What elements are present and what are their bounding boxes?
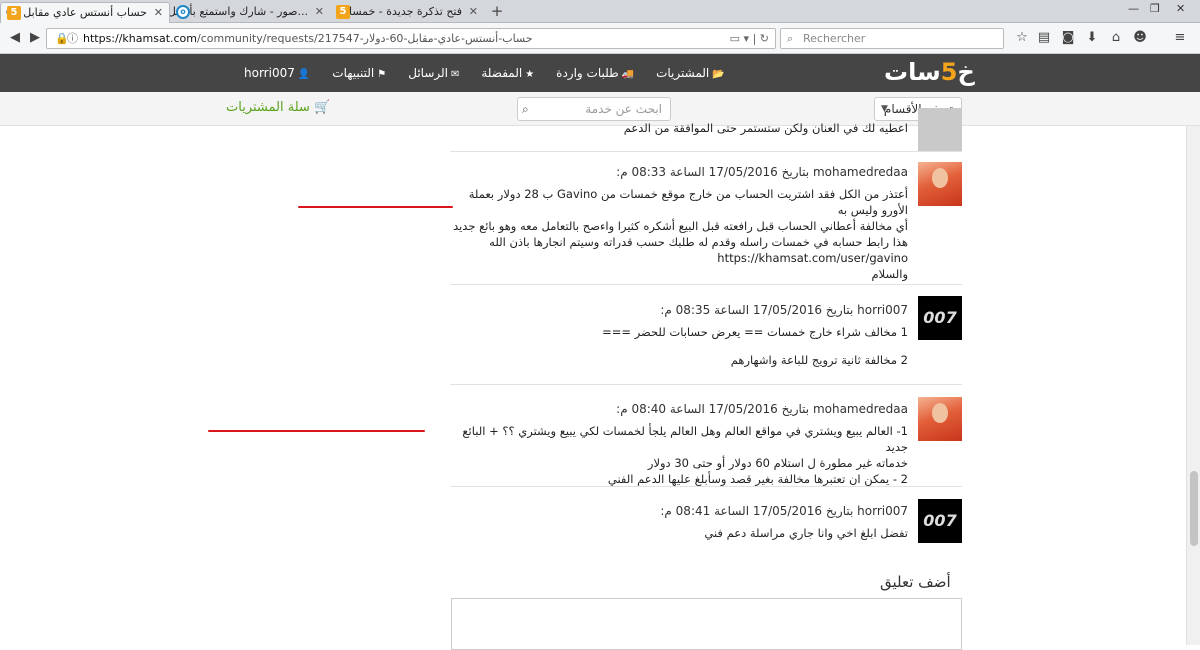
maximize-icon[interactable]: ❐ [1150,2,1160,15]
envelope-icon: ✉ [450,69,460,80]
nav-truck[interactable]: 🚚طلبات واردة [556,54,634,92]
cart-link[interactable]: 🛒 سلة المشتريات [226,100,330,115]
browser-tab-bar: 5 حساب أنستس عادي مقابل 60 ... ✕ o ...صو… [0,0,1200,23]
close-window-icon[interactable]: ✕ [1176,2,1185,15]
url-host: https://khamsat.com [83,32,198,45]
bookmark-star-icon[interactable]: ☆ [1014,30,1030,45]
user-icon: 👤 [297,69,311,80]
tab-title: حساب أنستس عادي مقابل 60 ... [1,6,147,19]
divider [450,284,962,285]
search-icon: ⌕ [787,32,794,45]
divider [450,486,962,487]
nav-folder[interactable]: 📂المشتريات [656,54,725,92]
star-icon: ★ [525,69,535,80]
khamsat-logo[interactable]: خ5سات [884,58,976,86]
nav-label: طلبات واردة [556,66,619,80]
forward-icon[interactable]: ▶ [26,29,44,47]
comment-line: 2 - يمكن ان تعتبرها مخالفة بغير قصد وسأب… [607,472,908,486]
truck-icon: 🚚 [621,69,635,80]
nav-envelope[interactable]: ✉الرسائل [408,54,459,92]
avatar[interactable] [918,162,962,206]
comment-line: أي مخالفة أعطاني الحساب قبل رافعته قبل ا… [453,219,908,233]
add-comment-title: أضف تعليق [880,573,951,591]
chat-icon[interactable]: ☻ [1132,30,1148,45]
comment-line: هذا رابط حسابه في خمسات راسله وقدم له طل… [489,235,908,249]
tab-title: ...صور - شارك واستمتع بأجمل [170,5,308,18]
nav-label: المفضلة [481,66,523,80]
cart-label: سلة المشتريات [226,100,310,115]
reader-view-icon[interactable]: ▭ ▾ | ↻ [730,29,769,48]
comment-meta: mohamedredaa بتاريخ 17/05/2016 الساعة 08… [616,165,908,179]
comment-meta: horri007 بتاريخ 17/05/2016 الساعة 08:41 … [660,504,908,518]
comment-link[interactable]: https://khamsat.com/user/gavino [450,250,908,266]
nav-flag[interactable]: ⚑التنبيهات [332,54,386,92]
tab-sowar[interactable]: o ...صور - شارك واستمتع بأجمل ✕ [170,2,330,23]
comment-meta: mohamedredaa بتاريخ 17/05/2016 الساعة 08… [616,402,908,416]
menu-icon[interactable]: ≡ [1172,30,1188,45]
minimize-icon[interactable]: — [1128,2,1139,15]
home-icon[interactable]: ⌂ [1108,30,1124,45]
avatar[interactable]: 007 [918,296,962,340]
download-icon[interactable]: ⬇ [1084,30,1100,45]
comment-line: 1- العالم يبيع ويشتري في مواقع العالم وه… [462,424,908,454]
divider [450,151,962,152]
nav-label: المشتريات [656,66,710,80]
site-header: خ5سات 👤horri007 ⚑التنبيهات ✉الرسائل ★المفضل… [0,54,1200,92]
comment-line: 1 مخالف شراء خارج خمسات == يعرض حسابات ل… [602,325,908,339]
pocket-icon[interactable]: ◙ [1060,30,1076,45]
nav-label: الرسائل [408,66,448,80]
khamsat-favicon-icon: 5 [7,6,21,20]
close-tab-icon[interactable]: ✕ [315,2,324,22]
url-path: /community/requests/217547-حساب-أنستس-عا… [197,32,533,45]
close-tab-icon[interactable]: ✕ [469,2,478,22]
avatar[interactable] [918,108,962,152]
comment-partial: اعطيه لك في العنان ولكن ستستمر حتى الموا… [450,108,962,152]
back-icon[interactable]: ◀ [6,29,24,47]
comment-textarea[interactable] [451,598,962,650]
avatar[interactable] [918,397,962,441]
new-tab-button[interactable]: + [486,2,508,22]
reading-list-icon[interactable]: ▤ [1036,30,1052,45]
nav-user[interactable]: 👤horri007 [244,54,310,92]
browser-search-placeholder: Rechercher [803,32,866,45]
comment-line: تفضل ابلغ اخي وانا جاري مراسلة دعم فني [704,526,908,540]
scrollbar-thumb[interactable] [1190,471,1198,546]
khamsat-favicon-icon: 5 [336,5,350,19]
comment-line: اعطيه لك في العنان ولكن ستستمر حتى الموا… [623,121,908,135]
lock-icon: 🔒 [55,32,69,45]
nav-label: horri007 [244,66,295,80]
page-scrollbar[interactable] [1186,126,1200,645]
red-annotation-line [298,206,453,208]
site-favicon-icon: o [176,5,190,19]
header-nav: 👤horri007 ⚑التنبيهات ✉الرسائل ★المفضلة 🚚طلبا… [222,54,725,92]
close-tab-icon[interactable]: ✕ [154,3,163,23]
comment-meta: horri007 بتاريخ 17/05/2016 الساعة 08:35 … [660,303,908,317]
nav-star[interactable]: ★المفضلة [481,54,534,92]
divider [450,384,962,385]
tab-active[interactable]: 5 حساب أنستس عادي مقابل 60 ... ✕ [0,2,170,23]
tab-new-ticket[interactable]: 5 فتح تذكرة جديدة - خمسات ✕ [330,2,484,23]
browser-search-input[interactable]: ⌕ Rechercher [780,28,1004,49]
comment-line: 2 مخالفة ثانية ترويج للباعة واشهارهم [730,353,908,367]
comment-line: أعتذر من الكل فقد اشتريت الحساب من خارج … [468,187,908,217]
nav-label: التنبيهات [332,66,375,80]
flag-icon: ⚑ [377,69,387,80]
avatar[interactable]: 007 [918,499,962,543]
browser-toolbar: ◀ ▶ ⓘ 🔒 https://khamsat.com/community/re… [0,23,1200,54]
folder-icon: 📂 [712,69,725,80]
red-annotation-line [208,430,425,432]
cart-icon: 🛒 [314,100,331,115]
comment-line: خدماته غير مطورة ل استلام 60 دولار أو حت… [647,456,908,470]
tab-title: فتح تذكرة جديدة - خمسات [338,5,462,18]
comment-line: والسلام [871,267,909,281]
url-bar[interactable]: ⓘ 🔒 https://khamsat.com/community/reques… [46,28,776,49]
